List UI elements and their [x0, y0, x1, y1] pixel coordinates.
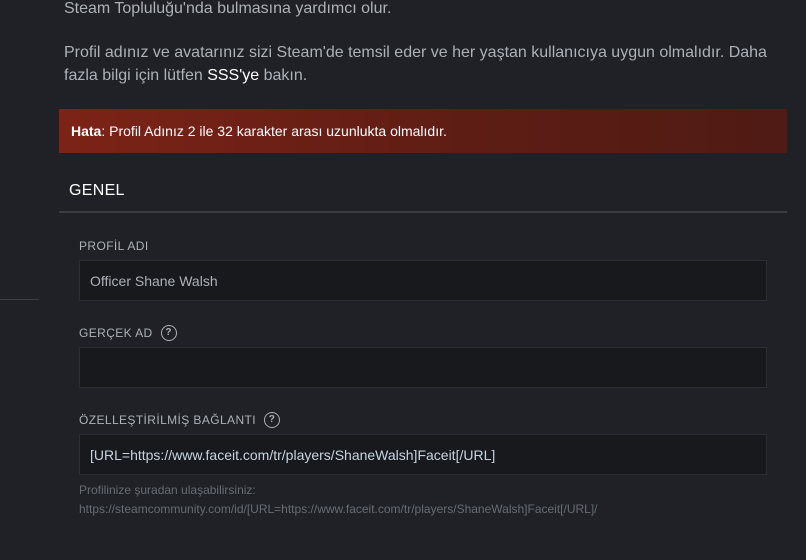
error-label: Hata	[71, 123, 102, 139]
question-circle-icon[interactable]: ?	[160, 325, 177, 341]
intro-paragraph-2: Profil adınız ve avatarınız sizi Steam'd…	[64, 41, 794, 87]
question-circle-icon[interactable]: ?	[263, 412, 280, 428]
error-banner: Hata: Profil Adınız 2 ile 32 karakter ar…	[59, 109, 787, 153]
profile-url-hint: Profilinize şuradan ulaşabilirsiniz: htt…	[79, 481, 598, 519]
custom-url-label: ÖZELLEŞTİRİLMİŞ BAĞLANTI ?	[79, 412, 280, 428]
intro-line-1: Steam Topluluğu'nda bulmasına yardımcı o…	[64, 0, 392, 17]
intro-paragraph-2-suffix: bakın.	[259, 67, 308, 84]
error-message: Profil Adınız 2 ile 32 karakter arası uz…	[105, 123, 447, 139]
faq-link[interactable]: SSS'ye	[207, 67, 259, 84]
intro-paragraph-2-prefix: Profil adınız ve avatarınız sizi Steam'd…	[64, 44, 767, 84]
custom-url-input[interactable]	[79, 434, 767, 475]
profile-name-label-text: PROFİL ADI	[79, 239, 149, 253]
intro-text: Steam Topluluğu'nda bulmasına yardımcı o…	[64, 0, 794, 87]
hint-line-1: Profilinize şuradan ulaşabilirsiniz:	[79, 483, 256, 497]
real-name-label-text: GERÇEK AD	[79, 326, 153, 340]
hint-profile-url: https://steamcommunity.com/id/[URL=https…	[79, 502, 598, 516]
custom-url-label-text: ÖZELLEŞTİRİLMİŞ BAĞLANTI	[79, 413, 256, 427]
section-title-general: GENEL	[69, 182, 125, 199]
real-name-label: GERÇEK AD ?	[79, 325, 177, 341]
profile-name-input[interactable]	[79, 260, 767, 301]
real-name-input[interactable]	[79, 347, 767, 388]
section-divider	[59, 211, 787, 213]
left-panel-divider	[0, 299, 39, 300]
profile-name-label: PROFİL ADI	[79, 239, 149, 253]
